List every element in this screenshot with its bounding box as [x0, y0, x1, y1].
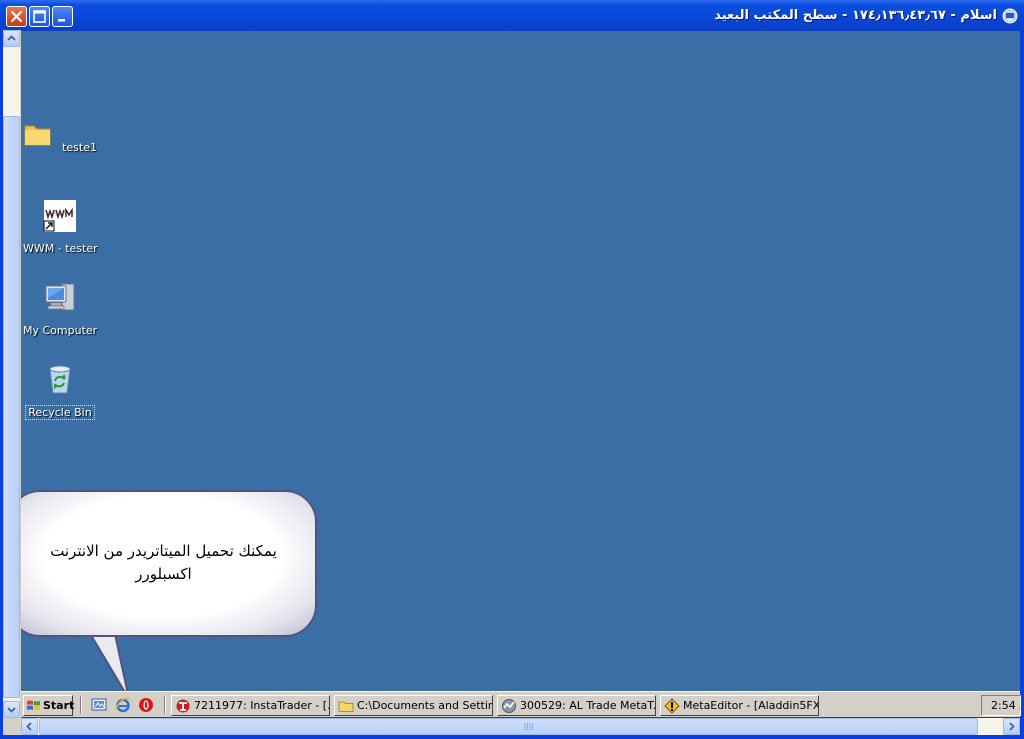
scroll-right-button[interactable]	[1003, 718, 1020, 735]
taskbar-task-metaeditor[interactable]: MetaEditor - [Aladdin5FX...	[660, 695, 819, 716]
task-label: 300529: AL Trade MetaT...	[520, 699, 656, 712]
clock: 2:54 A	[991, 699, 1020, 712]
my-computer-icon	[45, 283, 75, 311]
desktop-icon-recycle-bin[interactable]: Recycle Bin	[21, 363, 99, 420]
scroll-down-button[interactable]	[3, 701, 20, 718]
taskbar: Start 7211977: InstaTrader - [... C:\Doc…	[21, 691, 1021, 717]
minimize-button[interactable]	[52, 6, 73, 27]
window-title: اسلام - ١٧٤٫١٣٦٫٤٣٫٦٧ - سطح المكتب البعي…	[714, 8, 997, 23]
close-button[interactable]	[6, 6, 27, 27]
vertical-scroll-thumb[interactable]	[3, 116, 20, 698]
taskbar-task-explorer[interactable]: C:\Documents and Settin...	[334, 695, 493, 716]
scrollbar-corner	[3, 718, 21, 735]
grip-icon	[524, 723, 533, 730]
remote-desktop-icon	[1002, 8, 1018, 24]
chevron-down-icon	[7, 707, 16, 713]
desktop-icon-label: WWM - tester	[23, 242, 98, 255]
desktop-icon-label: teste1	[62, 141, 97, 154]
close-icon	[10, 10, 23, 23]
task-label: 7211977: InstaTrader - [...	[194, 699, 330, 712]
task-label: MetaEditor - [Aladdin5FX...	[683, 699, 819, 712]
restore-button[interactable]	[29, 6, 50, 27]
instatrader-icon	[176, 699, 190, 713]
desktop-icon-my-computer[interactable]: My Computer	[21, 281, 99, 338]
wwm-shortcut-icon	[43, 200, 76, 232]
folder-icon	[338, 701, 354, 712]
callout-text: يمكنك تحميل الميتاتريدر من الانترنت اكسب…	[50, 542, 277, 583]
system-tray[interactable]: 2:54 A	[981, 695, 1021, 716]
desktop-icon-wwm-tester[interactable]: WWM - tester	[21, 199, 99, 256]
chevron-left-icon	[26, 722, 32, 731]
vertical-scrollbar[interactable]	[3, 30, 21, 718]
show-desktop-icon[interactable]	[91, 697, 107, 713]
taskbar-separator	[164, 696, 166, 714]
desktop-icon-label: My Computer	[23, 324, 98, 337]
chevron-up-icon	[7, 35, 16, 41]
desktop[interactable]: teste1 WWM - tester My Computer Recycle …	[21, 31, 1020, 691]
folder-icon	[24, 125, 51, 146]
scroll-left-button[interactable]	[21, 718, 38, 735]
start-button[interactable]: Start	[23, 695, 75, 716]
metatrader-icon	[502, 699, 516, 713]
horizontal-scrollbar[interactable]	[21, 718, 1020, 735]
restore-icon	[33, 10, 46, 23]
start-label: Start	[43, 699, 75, 712]
chevron-right-icon	[1009, 722, 1015, 731]
internet-explorer-icon[interactable]	[115, 697, 131, 713]
desktop-icon-teste1[interactable]: teste1	[21, 117, 99, 155]
minimize-icon	[58, 19, 65, 22]
windows-logo-icon	[27, 700, 40, 711]
task-label: C:\Documents and Settin...	[357, 699, 493, 712]
taskbar-task-al-trade-metatrader[interactable]: 300529: AL Trade MetaT...	[497, 695, 656, 716]
title-bar[interactable]: اسلام - ١٧٤٫١٣٦٫٤٣٫٦٧ - سطح المكتب البعي…	[0, 0, 1024, 32]
scroll-up-button[interactable]	[3, 30, 20, 47]
desktop-icon-label: Recycle Bin	[25, 405, 95, 420]
taskbar-task-instatrader[interactable]: 7211977: InstaTrader - [...	[171, 695, 330, 716]
taskbar-separator	[80, 696, 82, 714]
recycle-bin-icon	[49, 365, 71, 394]
metaeditor-icon	[664, 698, 680, 714]
callout-bubble: يمكنك تحميل الميتاتريدر من الانترنت اكسب…	[21, 490, 317, 637]
remote-desktop-window: اسلام - ١٧٤٫١٣٦٫٤٣٫٦٧ - سطح المكتب البعي…	[0, 0, 1024, 739]
horizontal-scroll-thumb[interactable]	[39, 718, 978, 735]
opera-icon[interactable]	[138, 697, 154, 713]
